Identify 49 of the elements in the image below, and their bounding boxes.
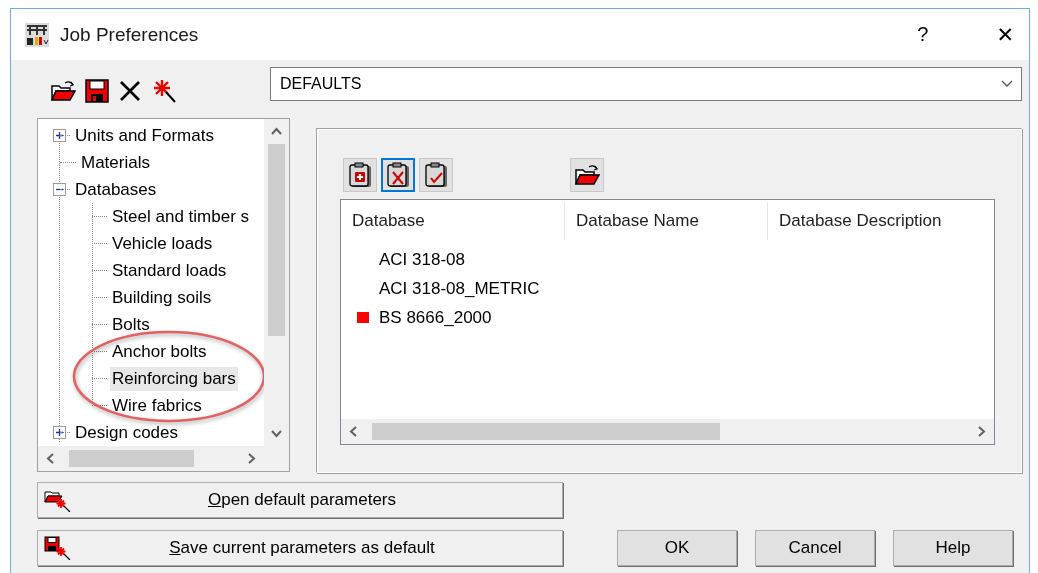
- open-folder-icon: [574, 164, 600, 186]
- open-folder-icon[interactable]: [50, 80, 76, 102]
- column-header[interactable]: Database: [341, 202, 565, 240]
- dialog-button[interactable]: OK: [617, 530, 737, 566]
- star-wand-icon[interactable]: [151, 78, 177, 104]
- expand-icon[interactable]: [53, 129, 66, 142]
- tree-item[interactable]: Vehicle loads: [110, 231, 215, 256]
- save-icon[interactable]: [85, 79, 109, 103]
- tree-item[interactable]: Units and Formats: [73, 123, 216, 148]
- column-header[interactable]: Database Description: [768, 202, 994, 240]
- horizontal-scrollbar[interactable]: [38, 446, 264, 471]
- tree-item[interactable]: Design codes: [73, 420, 180, 445]
- database-cell[interactable]: ACI 318-08: [379, 249, 465, 270]
- database-cell[interactable]: BS 8666_2000: [379, 307, 492, 328]
- tree-item[interactable]: Steel and timber s: [110, 204, 251, 229]
- tree-item[interactable]: Databases: [73, 177, 159, 202]
- floppy-star-icon: [44, 536, 72, 560]
- dialog-button[interactable]: Cancel: [755, 530, 875, 566]
- open-default-button[interactable]: Open default parameters: [37, 482, 563, 518]
- toolbar-button[interactable]: [343, 158, 377, 192]
- collapse-icon[interactable]: [53, 183, 66, 196]
- window-title: Job Preferences: [60, 23, 199, 46]
- save-default-button[interactable]: Save current parameters as default: [37, 530, 563, 566]
- remove-clipboard-icon: [386, 162, 410, 188]
- vertical-scrollbar[interactable]: [264, 119, 289, 446]
- app-icon: [25, 22, 49, 47]
- tree-item[interactable]: Building soils: [110, 285, 214, 310]
- profile-dropdown[interactable]: DEFAULTS: [270, 67, 1022, 101]
- toolbar-button[interactable]: [570, 158, 604, 192]
- toolbar-button[interactable]: [419, 158, 453, 192]
- tree-item[interactable]: Materials: [79, 150, 152, 175]
- dialog-button[interactable]: Help: [893, 530, 1013, 566]
- tree-item[interactable]: Anchor bolts: [110, 339, 209, 364]
- chevron-down-icon: [1001, 80, 1013, 88]
- tree-item[interactable]: Reinforcing bars: [110, 366, 238, 391]
- column-header[interactable]: Database Name: [565, 202, 768, 240]
- tree-item[interactable]: Wire fabrics: [110, 393, 204, 418]
- toolbar-button[interactable]: [381, 158, 415, 192]
- help-button[interactable]: ?: [911, 23, 935, 46]
- database-cell[interactable]: ACI 318-08_METRIC: [379, 278, 540, 299]
- add-clipboard-icon: [348, 162, 372, 188]
- close-button[interactable]: ✕: [988, 22, 1022, 47]
- folder-star-icon: [44, 488, 72, 512]
- tree-item[interactable]: Standard loads: [110, 258, 229, 283]
- horizontal-scrollbar[interactable]: [341, 419, 994, 444]
- tree-item[interactable]: Bolts: [110, 312, 152, 337]
- expand-icon[interactable]: [53, 426, 66, 439]
- delete-icon[interactable]: [118, 79, 142, 103]
- check-clipboard-icon: [424, 162, 448, 188]
